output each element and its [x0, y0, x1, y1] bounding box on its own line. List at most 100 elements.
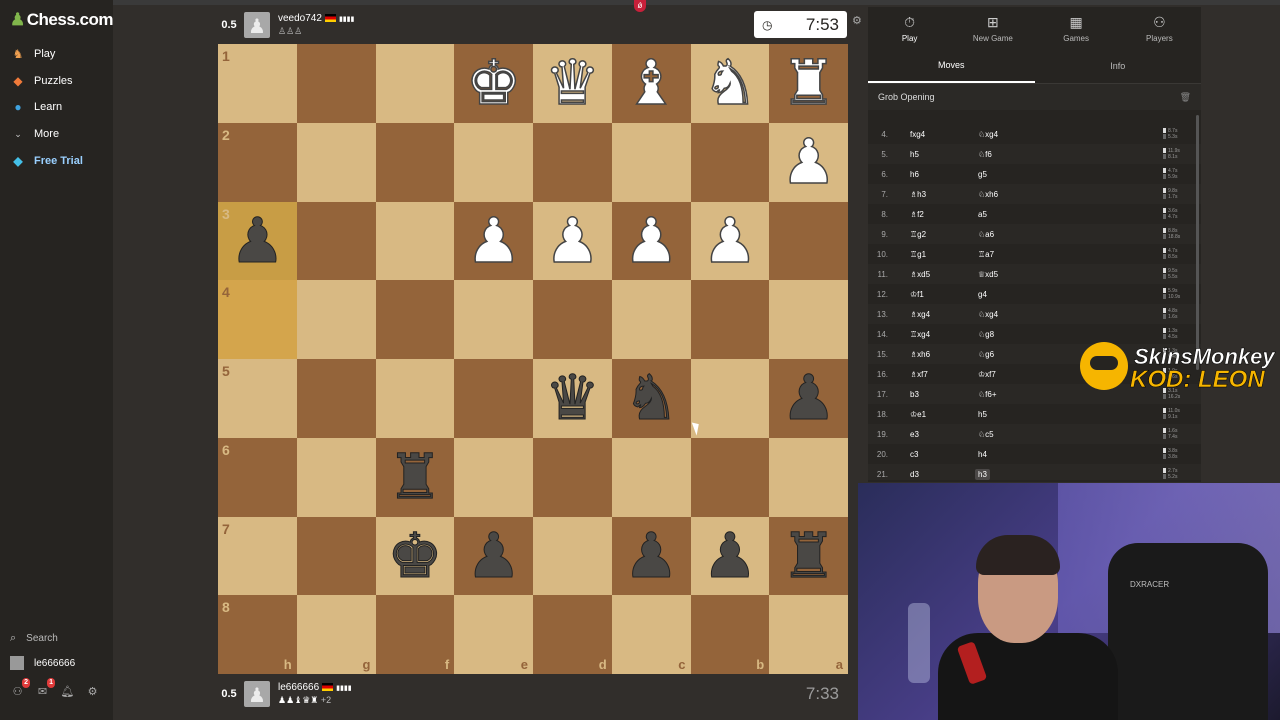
square-c6[interactable]	[611, 437, 691, 517]
square-f2[interactable]	[375, 122, 455, 202]
black-move[interactable]: ♘xg4	[978, 310, 998, 319]
black-move[interactable]: h5	[978, 410, 987, 419]
square-a7[interactable]: ♜	[769, 516, 848, 596]
white-pawn-piece[interactable]: ♟	[465, 209, 522, 273]
square-c3[interactable]: ♟	[611, 201, 691, 281]
square-a2[interactable]: ♟	[769, 122, 848, 202]
square-b3[interactable]: ♟	[690, 201, 770, 281]
square-c5[interactable]: ♞	[611, 359, 691, 438]
square-d8[interactable]: d	[533, 595, 612, 674]
square-b8[interactable]: b	[690, 595, 770, 674]
square-a8[interactable]: a	[769, 595, 848, 674]
white-pawn-piece[interactable]: ♟	[623, 209, 680, 273]
black-move[interactable]: ♘c5	[978, 430, 994, 439]
square-e2[interactable]	[454, 122, 533, 202]
black-move[interactable]: ♘f6+	[978, 390, 997, 399]
square-h2[interactable]: 2	[218, 122, 297, 202]
tab-moves[interactable]: Moves	[868, 49, 1035, 83]
square-e8[interactable]: e	[454, 595, 533, 674]
black-move[interactable]: ♘a6	[978, 230, 994, 239]
black-queen-piece[interactable]: ♛	[544, 366, 601, 429]
tab-play[interactable]: ⏱ Play	[868, 7, 951, 49]
square-e7[interactable]: ♟	[454, 516, 533, 596]
square-g2[interactable]	[296, 122, 376, 202]
black-pawn-piece[interactable]: ♟	[229, 209, 286, 272]
square-b2[interactable]	[690, 122, 770, 202]
white-move[interactable]: ♖g2	[910, 230, 926, 239]
square-b5[interactable]	[690, 359, 770, 438]
black-move[interactable]: h4	[978, 450, 987, 459]
square-c1[interactable]: ♝	[611, 44, 691, 123]
white-move[interactable]: h6	[910, 170, 919, 179]
black-king-piece[interactable]: ♚	[387, 524, 444, 587]
white-pawn-piece[interactable]: ♟	[780, 130, 837, 194]
top-player-name-row[interactable]: veedo742 ▮▮▮▮	[278, 13, 354, 24]
white-move[interactable]: c3	[910, 450, 918, 459]
square-b1[interactable]: ♞	[690, 44, 770, 123]
black-pawn-piece[interactable]: ♟	[780, 366, 837, 429]
white-move[interactable]: ♔f1	[910, 290, 924, 299]
white-pawn-piece[interactable]: ♟	[544, 209, 601, 273]
square-g7[interactable]	[296, 516, 376, 596]
black-move[interactable]: g5	[978, 170, 987, 179]
white-move[interactable]: h5	[910, 150, 919, 159]
black-knight-piece[interactable]: ♞	[623, 366, 680, 429]
white-move[interactable]: fxg4	[910, 130, 925, 139]
white-move[interactable]: e3	[910, 430, 919, 439]
bottom-player-name-row[interactable]: le666666 ▮▮▮▮	[278, 682, 352, 693]
square-g5[interactable]	[296, 359, 376, 438]
tab-new-game[interactable]: ⊞ New Game	[951, 7, 1034, 49]
square-f6[interactable]: ♜	[375, 437, 455, 517]
friends-icon[interactable]: ⚇ 2	[10, 678, 30, 699]
square-h7[interactable]: 7	[218, 516, 297, 596]
square-e5[interactable]	[454, 359, 533, 438]
black-rook-piece[interactable]: ♜	[387, 445, 444, 508]
messages-icon[interactable]: ✉ 1	[35, 678, 55, 699]
square-a1[interactable]: ♜	[769, 44, 848, 123]
square-h3[interactable]: 3 ♟	[218, 201, 297, 281]
black-pawn-piece[interactable]: ♟	[702, 524, 759, 587]
nav-learn[interactable]: ● Learn	[10, 96, 62, 118]
square-g8[interactable]: g	[296, 595, 376, 674]
square-a5[interactable]: ♟	[769, 359, 848, 438]
square-f4[interactable]	[375, 280, 455, 359]
white-move[interactable]: ♗xd5	[910, 270, 930, 279]
bottom-player-avatar[interactable]: ♟	[244, 681, 270, 707]
extension-icon[interactable]: ǿ	[634, 0, 646, 12]
square-d5[interactable]: ♛	[533, 359, 612, 438]
white-move[interactable]: b3	[910, 390, 919, 399]
square-g4[interactable]	[296, 280, 376, 359]
square-e1[interactable]: ♚	[454, 44, 533, 123]
square-d2[interactable]	[533, 122, 612, 202]
black-move[interactable]: ♘xg4	[978, 130, 998, 139]
white-bishop-piece[interactable]: ♝	[623, 51, 680, 115]
nav-free-trial[interactable]: ◆ Free Trial	[10, 150, 83, 172]
white-queen-piece[interactable]: ♛	[544, 51, 601, 115]
square-c7[interactable]: ♟	[611, 516, 691, 596]
square-h8[interactable]: 8h	[218, 595, 297, 674]
black-move[interactable]: ♘g8	[978, 330, 994, 339]
square-f7[interactable]: ♚	[375, 516, 455, 596]
white-move[interactable]: ♖xg4	[910, 330, 930, 339]
square-b6[interactable]	[690, 437, 770, 517]
square-f5[interactable]	[375, 359, 455, 438]
square-d4[interactable]	[533, 280, 612, 359]
nav-more[interactable]: ⌄ More	[10, 123, 59, 145]
bell-icon[interactable]: 🔔︎	[60, 684, 75, 699]
square-c2[interactable]	[611, 122, 691, 202]
board-settings-icon[interactable]: ⚙	[852, 14, 862, 27]
move-list[interactable]: 4. fxg4 ♘xg4 8.7s 5.3s 5. h5 ♘f6 11.9s 8.1s 6. h6 g5…	[868, 110, 1201, 480]
square-g6[interactable]	[296, 437, 376, 517]
square-h4[interactable]: 4	[218, 280, 297, 359]
black-move[interactable]: ♕xd5	[978, 270, 998, 279]
tab-games[interactable]: ▦ Games	[1035, 7, 1118, 49]
white-move[interactable]: ♗xf7	[910, 370, 928, 379]
sidebar-user[interactable]: le666666	[10, 656, 75, 670]
black-move[interactable]: ♘xh6	[978, 190, 998, 199]
white-move[interactable]: ♗xh6	[910, 350, 930, 359]
square-d6[interactable]	[533, 437, 612, 517]
square-e3[interactable]: ♟	[454, 201, 533, 281]
white-king-piece[interactable]: ♚	[465, 51, 522, 115]
move-list-scrollbar[interactable]	[1196, 115, 1199, 370]
black-move[interactable]: ♘f6	[978, 150, 992, 159]
